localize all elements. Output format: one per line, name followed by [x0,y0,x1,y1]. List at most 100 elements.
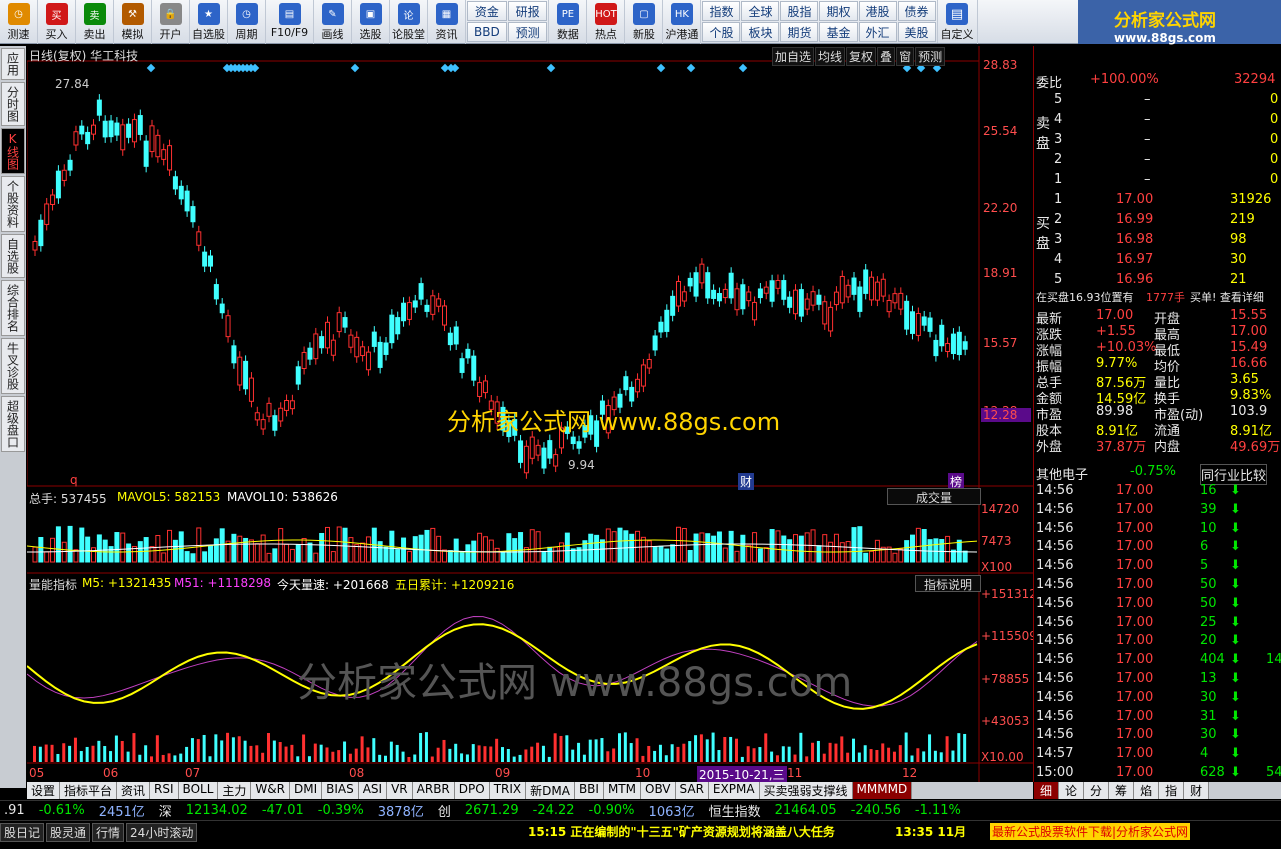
toolbar-grid-b-item[interactable]: 外汇 [858,22,897,42]
news-tab[interactable]: 股日记 [0,823,45,842]
toolbar-button-1[interactable]: 买买入 [38,0,76,44]
indicator-tab[interactable]: BOLL [178,782,219,799]
indicator-tab[interactable]: DPO [454,782,490,799]
news-tab[interactable]: 24小时滚动 [126,823,198,842]
down-arrow-icon: ⬇ [1230,577,1241,592]
quote-tab[interactable]: 分 [1084,782,1110,799]
chart-btn-4[interactable]: 窗 [896,47,915,66]
indicator-bar [740,756,744,762]
toolbar-grid-b-item[interactable]: 股指 [780,1,819,21]
indicator-bar [577,742,581,762]
indicator-tab[interactable]: VR [387,782,413,799]
left-tab-2[interactable]: K线图 [1,128,25,174]
toolbar-button-4[interactable]: 🔒 开户 [152,0,190,44]
news-tab[interactable]: 行情 [92,823,125,842]
indicator-tab[interactable]: 买卖强弱支撑线 [759,782,853,799]
left-tab-6[interactable]: 牛叉诊股 [1,338,25,394]
indicator-tab[interactable]: ARBR [412,782,455,799]
quote-tab[interactable]: 财 [1184,782,1210,799]
indicator-tab[interactable]: TRIX [489,782,527,799]
volume-bar [307,542,313,563]
left-tab-5[interactable]: 综合排名 [1,280,25,336]
chart-top-buttons[interactable]: 加自选 均线 复权叠窗预测 [771,47,946,66]
toolbar-grid-a-item[interactable]: BBD [467,22,507,42]
toolbar-grid-b-item[interactable]: 债券 [897,1,936,21]
chart-btn-1[interactable]: 均线 [815,47,846,66]
chart-btn-3[interactable]: 叠 [877,47,896,66]
indicator-tab[interactable]: BBI [574,782,604,799]
kline-chart[interactable]: 日线(复权) 华工科技 加自选 均线 复权叠窗预测 28.83 25.54 22.20 1… [27,46,1037,783]
custom-button[interactable]: ▤ 自定义 [938,0,978,44]
news-tab[interactable]: 股灵通 [46,823,91,842]
indicator-tab[interactable]: 主力 [218,782,252,799]
left-tab-4[interactable]: 自选股 [1,234,25,278]
indicator-tab[interactable]: 资讯 [117,782,151,799]
toolbar-grid-a-item[interactable]: 资金 [467,1,507,21]
toolbar-button-b0[interactable]: PE 数据 [549,0,588,44]
indicator-tab[interactable]: OBV [641,782,676,799]
vol-indicator-select[interactable]: 成交量 [887,488,981,505]
news-headline-2[interactable]: 13:35 11月 [895,823,966,840]
toolbar-button-9[interactable]: ▣ 选股 [352,0,390,44]
candle-body [108,120,114,138]
toolbar-button-2[interactable]: 卖卖出 [76,0,114,44]
quote-tab[interactable]: 指 [1159,782,1185,799]
indicator-tab[interactable]: 设置 [27,782,61,799]
news-scroll[interactable]: 最新公式股票软件下载|分析家公式网 [990,823,1191,840]
indicator-tab[interactable]: MMMMD [852,782,913,799]
toolbar-button-0[interactable]: ◷ 测速 [0,0,38,44]
chart-btn-5[interactable]: 预测 [915,47,946,66]
indicator-tab[interactable]: 新DMA [526,782,575,799]
indicator-tab[interactable]: RSI [150,782,179,799]
toolbar-grid-b-item[interactable]: 期权 [819,1,858,21]
toolbar-grid-b-item[interactable]: 指数 [702,1,741,21]
quote-tab[interactable]: 细 [1034,782,1060,799]
indicator-tab[interactable]: 指标平台 [60,782,118,799]
quote-tab[interactable]: 论 [1059,782,1085,799]
indicator-tab[interactable]: DMI [289,782,323,799]
order-detail-link[interactable]: 买单! 查看详细 [1190,289,1264,305]
indicator-tab[interactable]: SAR [675,782,709,799]
ind-help-button[interactable]: 指标说明 [915,575,981,592]
toolbar-grid-b-item[interactable]: 基金 [819,22,858,42]
chart-btn-2[interactable]: 复权 [846,47,877,66]
toolbar-button-10[interactable]: 论论股堂 [390,0,428,44]
toolbar-grid-a-item[interactable]: 预测 [507,22,548,42]
indicator-tab[interactable]: BIAS [322,782,359,799]
toolbar-grid-a-item[interactable]: 研报 [507,1,548,21]
toolbar-button-3[interactable]: ⚒ 模拟 [114,0,152,44]
sector-compare-button[interactable]: 同行业比较 [1200,464,1268,485]
quote-tab[interactable]: 焰 [1134,782,1160,799]
toolbar-button-b2[interactable]: ▢ 新股 [625,0,664,44]
toolbar-button-8[interactable]: ✎ 画线 [314,0,352,44]
toolbar-grid-b-item[interactable]: 期货 [780,22,819,42]
toolbar-button-7[interactable]: ▤ F10/F9 [266,0,314,44]
left-tab-0[interactable]: 应用 [1,48,25,80]
indicator-tab[interactable]: MTM [603,782,641,799]
toolbar-button-b1[interactable]: HOT 热点 [587,0,626,44]
volume-bar [956,539,962,563]
toolbar-grid-b-item[interactable]: 美股 [897,22,936,42]
left-tab-3[interactable]: 个股资料 [1,176,25,232]
candle-body [716,293,722,302]
news-headline[interactable]: 15:15 正在编制的"十三五"矿产资源规划将涵盖八大任务 [528,823,835,840]
tick-price: 17.00 [1116,746,1154,762]
toolbar-grid-b-item[interactable]: 港股 [858,1,897,21]
toolbar-grid-b-item[interactable]: 板块 [741,22,780,42]
toolbar-button-6[interactable]: ◷ 周期 [228,0,266,44]
toolbar-button-b3[interactable]: HK 沪港通 [663,0,702,44]
toolbar-grid-b-item[interactable]: 全球 [741,1,780,21]
indicator-tab[interactable]: ASI [358,782,388,799]
candle-body [945,343,951,352]
candle-body [248,377,254,402]
indicator-tab[interactable]: EXPMA [708,782,760,799]
chart-btn-0[interactable]: 加自选 [772,47,815,66]
toolbar-button-5[interactable]: ★ 自选股 [190,0,228,44]
left-tab-1[interactable]: 分时图 [1,82,25,126]
toolbar-button-11[interactable]: ▦ 资讯 [428,0,466,44]
marker-cai[interactable]: 财 [738,473,755,490]
quote-tab[interactable]: 筹 [1109,782,1135,799]
indicator-tab[interactable]: W&R [251,782,290,799]
toolbar-grid-b-item[interactable]: 个股 [702,22,741,42]
left-tab-7[interactable]: 超级盘口 [1,396,25,452]
